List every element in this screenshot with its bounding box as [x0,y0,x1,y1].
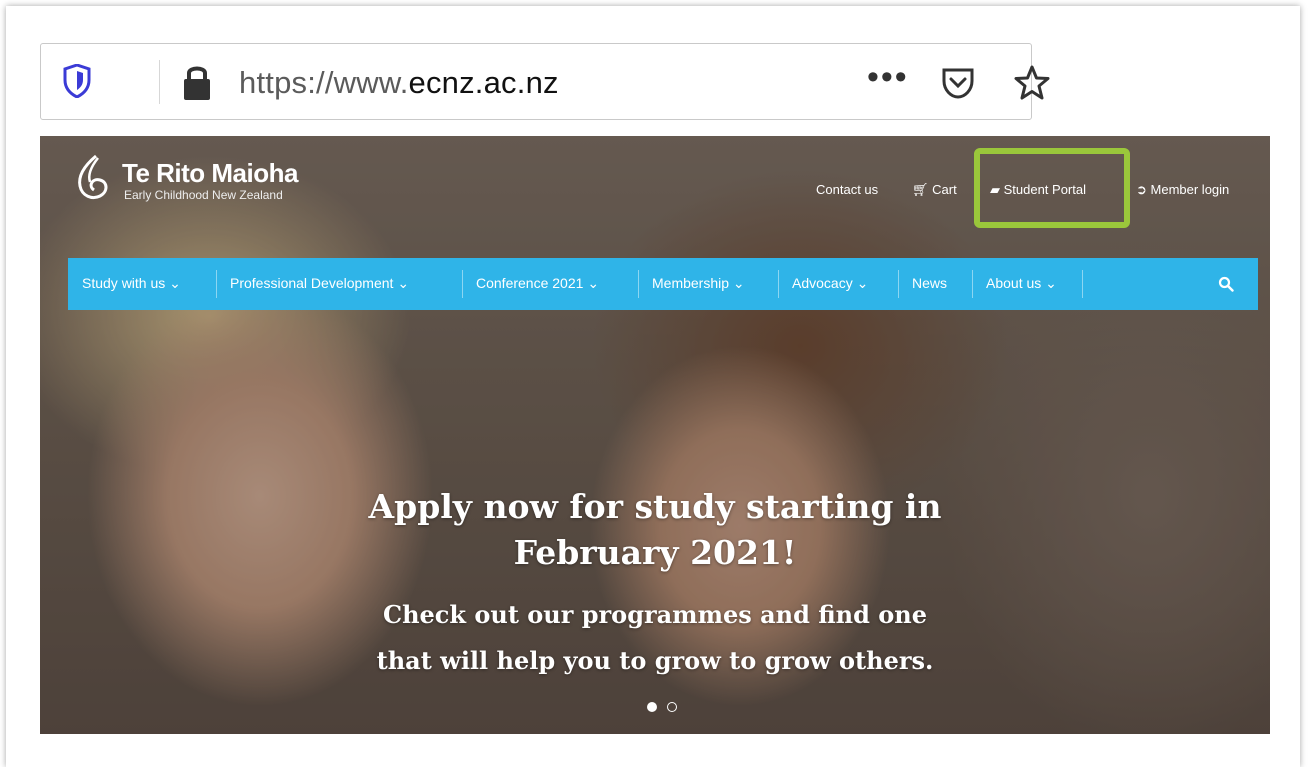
nav-divider [638,270,639,298]
nav-professional-development[interactable]: Professional Development ⌄ [230,275,409,292]
contact-link[interactable]: Contact us [816,182,878,197]
nav-advocacy[interactable]: Advocacy ⌄ [792,275,868,292]
nav-conference-2021[interactable]: Conference 2021 ⌄ [476,275,599,292]
hero-sub-line2: that will help you to grow to grow other… [376,646,934,675]
cart-label: Cart [932,182,957,197]
student-portal-highlight [974,148,1130,228]
logo-subtitle: Early Childhood New Zealand [124,188,283,202]
chevron-down-icon: ⌄ [732,275,745,291]
nav-label: Conference 2021 [476,275,584,291]
nav-about-us[interactable]: About us ⌄ [986,275,1057,292]
chevron-down-icon: ⌄ [169,275,181,291]
nav-divider [1082,270,1083,298]
nav-divider [972,270,973,298]
nav-divider [778,270,779,298]
hero-subheadline: Check out our programmes and find one th… [40,592,1270,684]
nav-divider [898,270,899,298]
bookmark-star-icon[interactable] [1013,64,1051,102]
main-nav: Study with us ⌄ Professional Development… [68,258,1258,310]
url-domain: ecnz.ac.nz [408,65,559,100]
pocket-icon[interactable] [941,66,975,100]
chevron-down-icon: ⌄ [397,275,410,291]
cart-link[interactable]: 🛒︎ Cart [912,182,957,198]
hero-headline-line2: February 2021! [513,533,797,572]
nav-label: About us [986,275,1042,291]
url-prefix: https://www. [239,65,409,100]
url-text[interactable]: https://www.ecnz.ac.nz [239,65,559,101]
logo-title: Te Rito Maioha [122,158,298,188]
member-login-label: Member login [1150,182,1230,197]
nav-news[interactable]: News [912,275,947,291]
hero-headline-line1: Apply now for study starting in [368,487,942,526]
carousel-dot-active[interactable] [647,702,657,712]
chevron-down-icon: ⌄ [587,275,600,291]
nav-label: News [912,275,948,291]
url-bar-separator [159,60,160,104]
nav-divider [216,270,217,298]
hero-sub-line1: Check out our programmes and find one [382,600,927,629]
nav-label: Professional Development [230,275,394,291]
fern-logo-icon [78,154,108,200]
login-icon: ➲ [1136,182,1151,197]
lock-icon[interactable] [181,62,213,102]
url-bar[interactable]: https://www.ecnz.ac.nz ••• [40,43,1050,120]
nav-label: Study with us [82,275,166,291]
chevron-down-icon: ⌄ [1045,275,1057,291]
nav-label: Advocacy [792,275,853,291]
nav-membership[interactable]: Membership ⌄ [652,275,745,292]
hero-headline: Apply now for study starting in February… [40,484,1270,576]
hero-banner: Te Rito Maioha Early Childhood New Zeala… [40,136,1270,734]
chevron-down-icon: ⌄ [856,275,869,291]
cart-icon: 🛒︎ [912,182,933,197]
page-actions-menu-icon[interactable]: ••• [867,58,909,97]
nav-divider [462,270,463,298]
carousel-dot[interactable] [667,702,677,712]
search-icon[interactable] [1218,276,1234,292]
nav-study-with-us[interactable]: Study with us ⌄ [82,275,181,292]
tracking-shield-icon[interactable] [63,64,91,98]
member-login-link[interactable]: ➲ Member login [1136,182,1229,198]
nav-label: Membership [652,275,730,291]
